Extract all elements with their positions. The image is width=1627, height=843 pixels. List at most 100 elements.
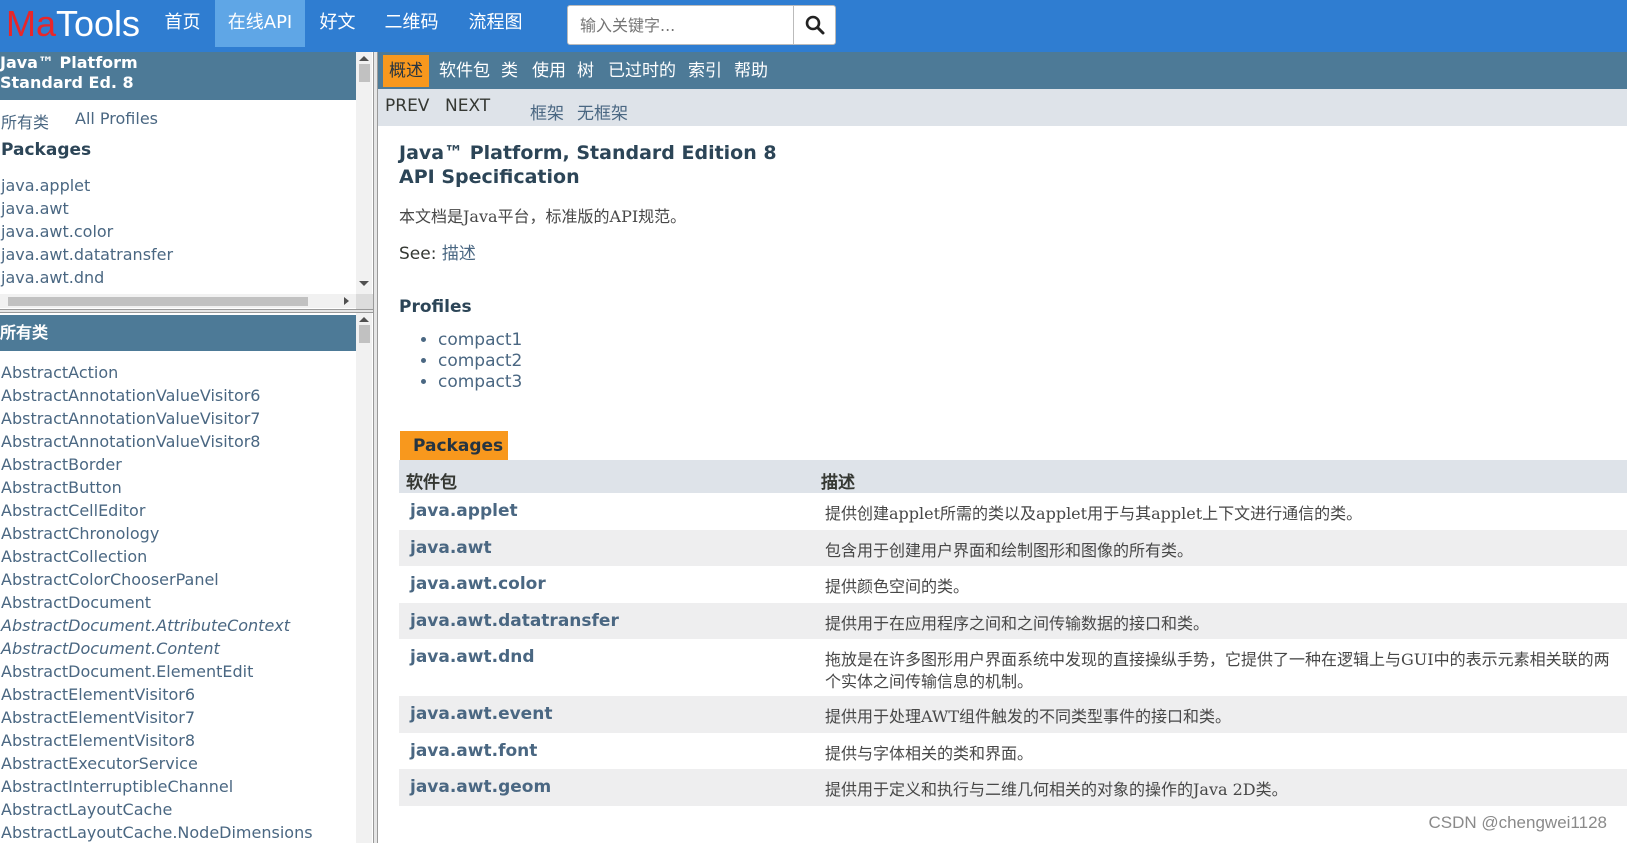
nav-qrcode[interactable]: 二维码 [370, 0, 453, 47]
packages-frame: Java™ Platform Standard Ed. 8 所有类 All Pr… [0, 52, 373, 309]
link-all-profiles[interactable]: All Profiles [75, 109, 158, 128]
profile-link[interactable]: compact2 [438, 351, 522, 372]
class-link[interactable]: AbstractAnnotationValueVisitor8 [1, 430, 313, 453]
nav-flowchart[interactable]: 流程图 [453, 0, 538, 47]
class-link[interactable]: AbstractDocument.AttributeContext [1, 614, 313, 637]
scroll-thumb[interactable] [359, 325, 370, 343]
class-link[interactable]: AbstractExecutorService [1, 752, 313, 775]
packages-hscrollbar[interactable] [0, 294, 356, 308]
class-link[interactable]: AbstractInterruptibleChannel [1, 775, 313, 798]
table-row: java.awt 包含用于创建用户界面和绘制图形和图像的所有类。 [399, 530, 1627, 566]
class-link[interactable]: AbstractLayoutCache [1, 798, 313, 821]
scroll-thumb[interactable] [8, 297, 308, 306]
package-description: 提供创建applet所需的类以及applet用于与其applet上下文进行通信的… [825, 504, 1363, 523]
class-link[interactable]: AbstractDocument.Content [1, 637, 313, 660]
scroll-up-icon[interactable] [359, 56, 369, 61]
watermark: CSDN @chengwei1128 [1428, 813, 1607, 832]
top-navbar: MaTools 首页 在线API 好文 二维码 流程图 [0, 0, 1627, 52]
prev-link[interactable]: PREV [385, 96, 429, 116]
nav-use[interactable]: 使用 [526, 55, 572, 87]
class-link[interactable]: AbstractButton [1, 476, 313, 499]
next-link[interactable]: NEXT [445, 96, 490, 116]
class-link[interactable]: AbstractDocument [1, 591, 313, 614]
package-name-link[interactable]: java.awt.geom [410, 777, 551, 797]
nav-class[interactable]: 类 [495, 55, 524, 87]
profile-link[interactable]: compact3 [438, 372, 522, 393]
column-header-description: 描述 [821, 473, 855, 493]
page-description: 本文档是Java平台，标准版的API规范。 [399, 207, 687, 226]
table-row: java.awt.dnd 拖放是在许多图形用户界面系统中发现的直接操纵手势，它提供… [399, 639, 1627, 696]
column-header-package: 软件包 [406, 473, 457, 493]
table-header: 软件包 描述 [399, 460, 1627, 493]
table-row: java.applet 提供创建applet所需的类以及applet用于与其app… [399, 493, 1627, 530]
package-description: 提供与字体相关的类和界面。 [825, 744, 1034, 763]
package-link[interactable]: java.awt.color [1, 220, 113, 243]
package-name-link[interactable]: java.awt.color [410, 574, 546, 594]
profile-link[interactable]: compact1 [438, 330, 522, 351]
scroll-right-icon[interactable] [344, 297, 349, 305]
class-link[interactable]: AbstractCollection [1, 545, 313, 568]
class-link[interactable]: AbstractBorder [1, 453, 313, 476]
package-name-link[interactable]: java.awt.event [410, 704, 552, 724]
package-description: 提供用于在应用程序之间和之间传输数据的接口和类。 [825, 614, 1210, 633]
package-name-link[interactable]: java.awt.dnd [410, 647, 535, 667]
class-link[interactable]: AbstractAnnotationValueVisitor6 [1, 384, 313, 407]
table-row: java.awt.color 提供颜色空间的类。 [399, 566, 1627, 603]
nav-home[interactable]: 首页 [150, 0, 215, 47]
table-row: java.awt.geom 提供用于定义和执行与二维几何相关的对象的操作的Java… [399, 769, 1627, 806]
nav-deprecated[interactable]: 已过时的 [602, 55, 682, 87]
description-link[interactable]: 描述 [442, 244, 476, 264]
package-name-link[interactable]: java.awt [410, 538, 492, 558]
nav-online-api[interactable]: 在线API [215, 0, 305, 47]
all-classes-header: 所有类 [0, 315, 356, 351]
link-all-classes[interactable]: 所有类 [1, 109, 49, 133]
class-link[interactable]: AbstractLayoutCache.NodeDimensions [1, 821, 313, 843]
nav-package[interactable]: 软件包 [433, 55, 496, 87]
class-link[interactable]: AbstractElementVisitor7 [1, 706, 313, 729]
package-description: 提供颜色空间的类。 [825, 577, 970, 596]
no-frames-link[interactable]: 无框架 [577, 99, 628, 124]
nav-index[interactable]: 索引 [682, 55, 728, 87]
packages-vscrollbar[interactable] [356, 52, 372, 294]
nav-articles[interactable]: 好文 [305, 0, 370, 47]
package-link[interactable]: java.awt.dnd [1, 266, 104, 289]
package-link[interactable]: java.awt.datatransfer [1, 243, 173, 266]
scroll-up-icon[interactable] [359, 317, 369, 322]
class-link[interactable]: AbstractElementVisitor8 [1, 729, 313, 752]
class-link[interactable]: AbstractDocument.ElementEdit [1, 660, 313, 683]
class-link[interactable]: AbstractChronology [1, 522, 313, 545]
table-row: java.awt.datatransfer 提供用于在应用程序之间和之间传输数据的… [399, 603, 1627, 639]
frames-link[interactable]: 框架 [530, 99, 564, 124]
search-button[interactable] [793, 5, 836, 45]
class-link[interactable]: AbstractAnnotationValueVisitor7 [1, 407, 313, 430]
classes-vscrollbar[interactable] [356, 313, 372, 843]
package-link[interactable]: java.applet [1, 174, 90, 197]
page-title: Java™ Platform, Standard Edition 8 API S… [399, 142, 777, 188]
search-input[interactable] [567, 5, 794, 45]
nav-help[interactable]: 帮助 [728, 55, 774, 87]
see-also: See: 描述 [399, 244, 476, 264]
class-link[interactable]: AbstractCellEditor [1, 499, 313, 522]
package-name-link[interactable]: java.applet [410, 501, 518, 521]
nav-tree[interactable]: 树 [571, 55, 600, 87]
packages-title: Packages [1, 140, 92, 160]
profiles-title: Profiles [399, 297, 472, 317]
class-link[interactable]: AbstractColorChooserPanel [1, 568, 313, 591]
package-name-link[interactable]: java.awt.font [410, 741, 537, 761]
platform-header: Java™ Platform Standard Ed. 8 [0, 52, 356, 100]
scroll-thumb[interactable] [359, 64, 370, 82]
profiles-list: compact1 compact2 compact3 [438, 330, 522, 393]
scroll-corner [356, 294, 373, 309]
nav-overview[interactable]: 概述 [383, 55, 429, 87]
package-link[interactable]: java.awt [1, 197, 69, 220]
package-name-link[interactable]: java.awt.datatransfer [410, 611, 619, 631]
scroll-down-icon[interactable] [359, 281, 369, 286]
site-logo[interactable]: MaTools [6, 2, 140, 46]
packages-table-caption: Packages [400, 431, 508, 460]
table-row: java.awt.font 提供与字体相关的类和界面。 [399, 733, 1627, 769]
package-description: 提供用于处理AWT组件触发的不同类型事件的接口和类。 [825, 707, 1232, 726]
class-link[interactable]: AbstractElementVisitor6 [1, 683, 313, 706]
search-icon [805, 15, 824, 35]
doc-subnav: PREV NEXT 框架 无框架 [378, 89, 1627, 126]
class-link[interactable]: AbstractAction [1, 361, 313, 384]
